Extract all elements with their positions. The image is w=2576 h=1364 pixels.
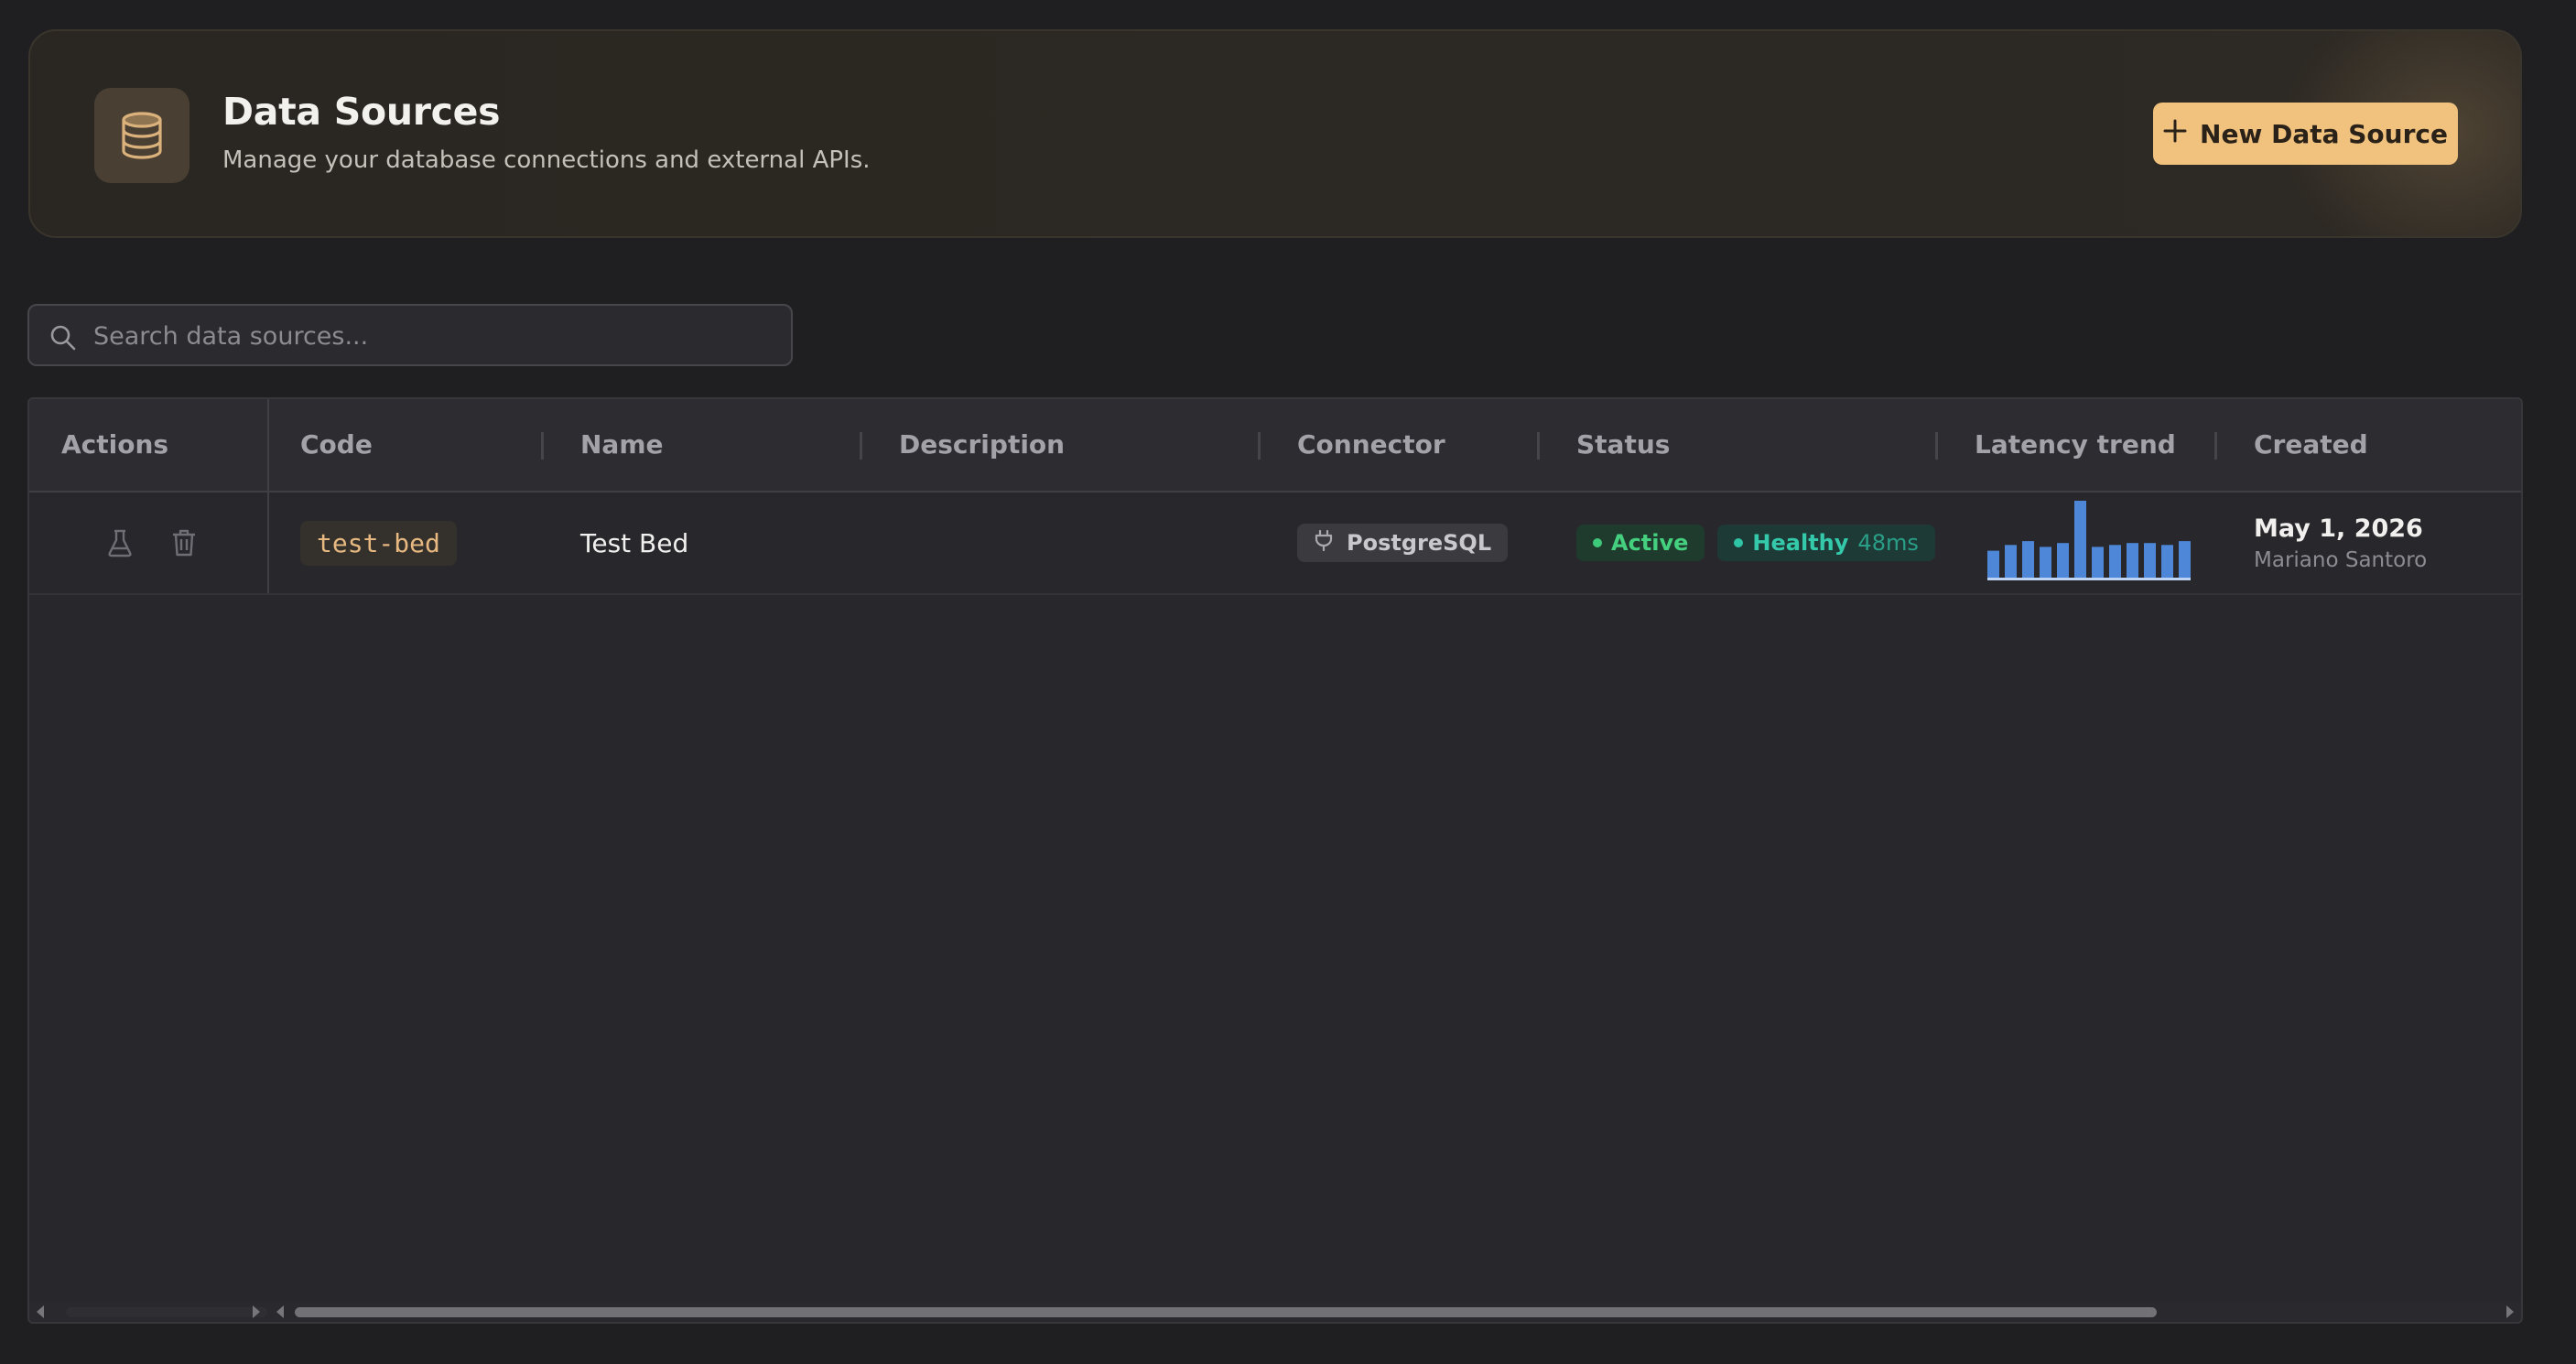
column-resize-handle[interactable] [2214,432,2217,460]
sparkline-bar [2057,543,2069,578]
scroll-left-icon[interactable] [276,1305,284,1318]
sparkline-bar [2074,501,2086,578]
page-subtitle: Manage your database connections and ext… [222,146,871,174]
health-badge: Healthy 48ms [1717,525,1935,561]
status-badge-active: Active [1576,525,1705,561]
flask-icon[interactable] [104,527,135,558]
horizontal-scrollbar[interactable] [29,1302,2521,1322]
scroll-left-icon[interactable] [37,1305,44,1318]
sparkline-bar [2022,541,2034,578]
sparkline-bar [2040,547,2051,578]
column-header-actions: Actions [61,429,169,460]
search-icon [49,324,77,355]
created-cell: May 1, 2026 Mariano Santoro [2254,493,2427,593]
scroll-thumb[interactable] [295,1307,2157,1317]
sparkline-bar [2127,543,2138,578]
sparkline-bar [2092,547,2104,578]
sparkline-bar [2179,541,2191,578]
sparkline-bar [2161,545,2173,578]
data-source-name[interactable]: Test Bed [580,528,688,558]
created-by: Mariano Santoro [2254,547,2428,572]
search-input[interactable] [92,313,773,359]
code-badge: test-bed [300,520,457,566]
scroll-right-icon[interactable] [2506,1305,2514,1318]
health-dot [1734,538,1744,547]
table-row[interactable]: test-bed Test Bed PostgreSQL Active Heal… [29,493,2521,595]
database-icon [94,88,189,183]
row-actions [104,493,200,593]
column-header-status[interactable]: Status [1576,399,1670,491]
connector-badge: PostgreSQL [1297,524,1509,562]
sparkline-bar [2109,545,2121,578]
plus-icon [2163,119,2187,149]
sparkline-bar [2144,543,2156,578]
column-resize-handle[interactable] [1537,432,1540,460]
connector-cell: PostgreSQL [1297,493,1509,593]
table-header: Actions Code Name Description Connector … [29,399,2521,493]
column-header-created[interactable]: Created [2254,399,2368,491]
health-label: Healthy [1752,530,1849,556]
new-data-source-button[interactable]: New Data Source [2153,103,2458,165]
name-cell: Test Bed [580,493,688,593]
page-title: Data Sources [222,90,501,134]
created-date: May 1, 2026 [2254,514,2423,543]
status-cell: Active Healthy 48ms [1576,493,1935,593]
column-header-description[interactable]: Description [899,399,1065,491]
column-header-latency-trend[interactable]: Latency trend [1975,399,2176,491]
sparkline-bar [2005,545,2017,578]
connector-label: PostgreSQL [1347,530,1492,556]
latency-trend-cell [1984,493,2194,593]
status-dot [1593,538,1602,547]
data-sources-table: Actions Code Name Description Connector … [27,397,2523,1324]
latency-value: 48ms [1857,530,1919,556]
column-header-connector[interactable]: Connector [1297,399,1445,491]
page-header: Data Sources Manage your database connec… [28,29,2522,238]
code-cell: test-bed [300,493,457,593]
search-box[interactable] [27,304,793,366]
trash-icon[interactable] [168,527,200,558]
column-resize-handle[interactable] [860,432,862,460]
latency-sparkline [1987,501,2191,580]
scroll-right-icon[interactable] [253,1305,260,1318]
status-label: Active [1611,530,1689,556]
plug-icon [1314,529,1334,557]
column-resize-handle[interactable] [1258,432,1261,460]
column-resize-handle[interactable] [1935,432,1938,460]
column-resize-handle[interactable] [541,432,544,460]
sparkline-bar [1987,550,1999,578]
frozen-scroll-track [66,1307,267,1317]
column-header-name[interactable]: Name [580,399,664,491]
column-header-code[interactable]: Code [300,399,373,491]
new-data-source-label: New Data Source [2200,118,2448,149]
